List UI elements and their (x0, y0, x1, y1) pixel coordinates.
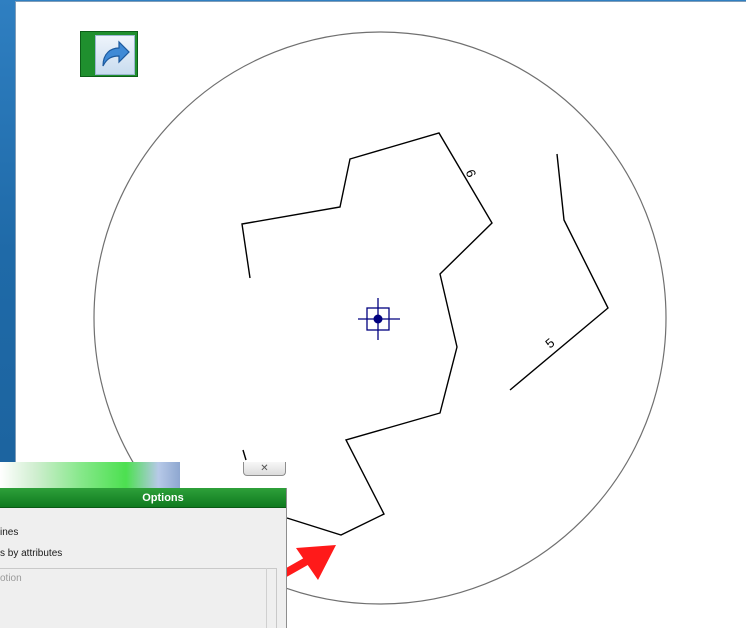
forward-arrow-icon (95, 35, 135, 75)
contour-label-5: 5 (542, 335, 557, 351)
forward-nav-button[interactable] (80, 31, 138, 77)
dialog-divider (266, 568, 267, 628)
dialog-close-button[interactable]: ✕ (243, 462, 286, 476)
option-group-label: otion (0, 573, 22, 584)
contour-label-6: 6 (463, 167, 480, 179)
contour-line-5 (509, 153, 609, 391)
option-by-attributes[interactable]: s by attributes (0, 548, 62, 559)
option-lines[interactable]: ines (0, 527, 18, 538)
crosshair-marker[interactable] (358, 298, 400, 340)
option-group-box: otion (0, 568, 277, 628)
options-dialog: ✕ Options ines s by attributes otion (0, 462, 287, 628)
contour-fragment (242, 449, 247, 461)
dialog-title: Options (0, 488, 286, 508)
dialog-background-strip (0, 462, 180, 488)
dialog-body: Options ines s by attributes otion (0, 488, 287, 628)
